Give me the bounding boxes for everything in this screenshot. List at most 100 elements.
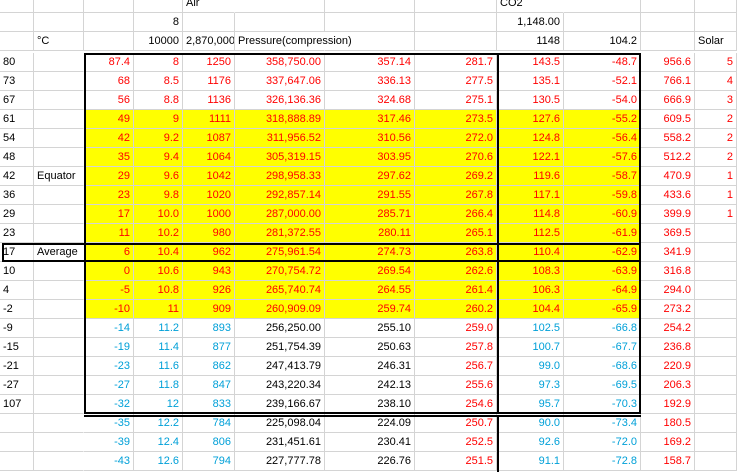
data-cell[interactable]: 369.5 <box>641 224 695 243</box>
header-cell[interactable]: CO2 <box>497 0 564 13</box>
data-cell[interactable]: -27 <box>84 376 134 395</box>
header-cell[interactable] <box>695 13 737 32</box>
data-cell[interactable]: 42 <box>84 129 134 148</box>
header-cell[interactable] <box>695 0 737 13</box>
data-cell[interactable]: 230.41 <box>325 433 415 452</box>
data-cell[interactable]: 92.6 <box>497 433 564 452</box>
data-cell[interactable]: 80 <box>0 53 34 72</box>
data-cell[interactable]: 11 <box>84 224 134 243</box>
header-cell[interactable]: 1148 <box>497 32 564 51</box>
data-cell[interactable]: 609.5 <box>641 110 695 129</box>
data-cell[interactable]: -61.9 <box>564 224 641 243</box>
data-cell[interactable]: 67 <box>0 91 34 110</box>
data-cell[interactable]: 169.2 <box>641 433 695 452</box>
header-cell[interactable] <box>235 13 325 32</box>
data-cell[interactable] <box>695 300 737 319</box>
data-cell[interactable]: 512.2 <box>641 148 695 167</box>
header-cell[interactable] <box>325 0 415 13</box>
data-cell[interactable]: 264.55 <box>325 281 415 300</box>
header-cell[interactable] <box>0 13 34 32</box>
data-cell[interactable]: 11.2 <box>134 319 183 338</box>
data-cell[interactable]: 303.95 <box>325 148 415 167</box>
data-cell[interactable] <box>695 319 737 338</box>
data-cell[interactable]: 23 <box>84 186 134 205</box>
data-cell[interactable]: -57.6 <box>564 148 641 167</box>
data-cell[interactable]: 8 <box>134 53 183 72</box>
data-cell[interactable] <box>695 414 737 433</box>
data-cell[interactable]: 336.13 <box>325 72 415 91</box>
data-cell[interactable]: 87.4 <box>84 53 134 72</box>
data-cell[interactable]: 95.7 <box>497 395 564 414</box>
data-cell[interactable]: 246.31 <box>325 357 415 376</box>
data-cell[interactable]: 1 <box>695 167 737 186</box>
data-cell[interactable] <box>695 262 737 281</box>
data-cell[interactable] <box>695 452 737 471</box>
data-cell[interactable]: -52.1 <box>564 72 641 91</box>
data-cell[interactable]: 2 <box>695 148 737 167</box>
data-cell[interactable]: -5 <box>84 281 134 300</box>
data-cell[interactable]: 260.2 <box>415 300 497 319</box>
data-cell[interactable]: 266.4 <box>415 205 497 224</box>
data-cell[interactable] <box>695 281 737 300</box>
data-cell[interactable]: 1176 <box>183 72 235 91</box>
data-cell[interactable] <box>0 433 34 452</box>
header-cell[interactable] <box>641 13 695 32</box>
data-cell[interactable]: 250.63 <box>325 338 415 357</box>
data-cell[interactable]: 256,250.00 <box>235 319 325 338</box>
data-cell[interactable] <box>695 376 737 395</box>
data-cell[interactable]: 11.8 <box>134 376 183 395</box>
data-cell[interactable]: 143.5 <box>497 53 564 72</box>
data-cell[interactable] <box>34 110 84 129</box>
data-cell[interactable]: 1064 <box>183 148 235 167</box>
data-cell[interactable]: 42 <box>0 167 34 186</box>
data-cell[interactable]: 261.4 <box>415 281 497 300</box>
data-cell[interactable]: 926 <box>183 281 235 300</box>
data-cell[interactable]: 242.13 <box>325 376 415 395</box>
data-cell[interactable]: 6 <box>84 243 134 262</box>
data-cell[interactable]: 980 <box>183 224 235 243</box>
data-cell[interactable]: 1250 <box>183 53 235 72</box>
data-cell[interactable]: 17 <box>0 243 34 262</box>
data-cell[interactable]: 956.6 <box>641 53 695 72</box>
data-cell[interactable] <box>34 357 84 376</box>
data-cell[interactable]: 311,956.52 <box>235 129 325 148</box>
data-cell[interactable]: 9.6 <box>134 167 183 186</box>
header-cell[interactable]: 2,870,000.00 <box>183 32 235 51</box>
data-cell[interactable]: 433.6 <box>641 186 695 205</box>
data-cell[interactable]: 1 <box>695 186 737 205</box>
data-cell[interactable]: 35 <box>84 148 134 167</box>
header-cell[interactable] <box>415 13 497 32</box>
data-cell[interactable] <box>0 452 34 471</box>
data-cell[interactable]: 49 <box>84 110 134 129</box>
data-cell[interactable]: 251.5 <box>415 452 497 471</box>
header-cell[interactable] <box>84 13 134 32</box>
header-cell[interactable] <box>415 32 497 51</box>
data-cell[interactable]: 399.9 <box>641 205 695 224</box>
header-cell[interactable]: Pressure(compression) <box>235 32 352 51</box>
data-cell[interactable] <box>34 224 84 243</box>
data-cell[interactable] <box>34 53 84 72</box>
data-cell[interactable]: 877 <box>183 338 235 357</box>
data-cell[interactable]: 10.8 <box>134 281 183 300</box>
data-cell[interactable]: 277.5 <box>415 72 497 91</box>
data-cell[interactable]: 17 <box>84 205 134 224</box>
data-cell[interactable]: -72.8 <box>564 452 641 471</box>
data-cell[interactable]: -21 <box>0 357 34 376</box>
header-cell[interactable] <box>415 0 497 13</box>
data-cell[interactable]: 11.6 <box>134 357 183 376</box>
data-cell[interactable]: 292,857.14 <box>235 186 325 205</box>
data-cell[interactable]: 254.2 <box>641 319 695 338</box>
data-cell[interactable]: 265,740.74 <box>235 281 325 300</box>
data-cell[interactable]: 251,754.39 <box>235 338 325 357</box>
data-cell[interactable]: -59.8 <box>564 186 641 205</box>
header-cell[interactable]: 104.2 <box>564 32 641 51</box>
data-cell[interactable] <box>34 395 84 414</box>
header-cell[interactable] <box>34 0 84 13</box>
header-cell[interactable] <box>564 0 641 13</box>
data-cell[interactable] <box>34 72 84 91</box>
header-cell[interactable] <box>34 13 84 32</box>
data-cell[interactable]: -70.3 <box>564 395 641 414</box>
header-cell[interactable]: °C <box>34 32 84 51</box>
data-cell[interactable]: -73.4 <box>564 414 641 433</box>
data-cell[interactable]: 9 <box>134 110 183 129</box>
